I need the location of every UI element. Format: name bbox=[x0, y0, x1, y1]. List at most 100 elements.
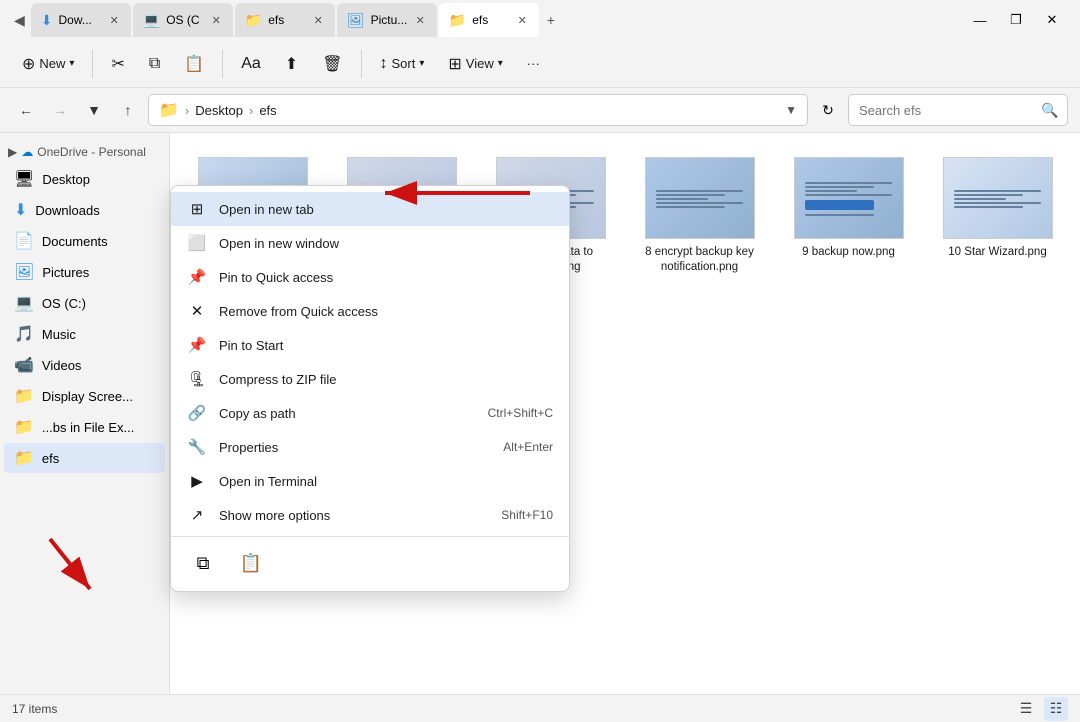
sidebar-item-pictures[interactable]: 🖼 Pictures bbox=[4, 257, 165, 287]
back-button[interactable]: ← bbox=[12, 96, 40, 124]
cm-bottom-paste-icon[interactable]: 📋 bbox=[235, 547, 267, 579]
sidebar-item-documents[interactable]: 📄 Documents bbox=[4, 226, 165, 256]
tab-icon: ⬇ bbox=[41, 12, 53, 29]
cm-item-open-new-window[interactable]: ⬜ Open in new window bbox=[171, 226, 569, 260]
share-button[interactable]: ⬆ bbox=[275, 48, 308, 80]
tab-close-icon[interactable]: ✕ bbox=[312, 12, 325, 29]
add-tab-button[interactable]: + bbox=[541, 8, 561, 32]
more-button[interactable]: ··· bbox=[517, 50, 550, 77]
cm-item-copy-path[interactable]: 🔗 Copy as path Ctrl+Shift+C bbox=[171, 396, 569, 430]
cm-item-open-terminal[interactable]: ▶ Open in Terminal bbox=[171, 464, 569, 498]
cm-bottom-copy-icon[interactable]: ⧉ bbox=[187, 547, 219, 579]
share-icon: ⬆ bbox=[285, 54, 298, 74]
cut-button[interactable]: ✂ bbox=[101, 48, 134, 80]
close-button[interactable]: ✕ bbox=[1036, 9, 1068, 31]
thumb-image bbox=[646, 158, 754, 238]
file-item[interactable]: 10 Star Wizard.png bbox=[931, 149, 1064, 283]
recent-button[interactable]: ▼ bbox=[80, 96, 108, 124]
sidebar-item-downloads[interactable]: ⬇ Downloads bbox=[4, 195, 165, 225]
thumb-image bbox=[795, 158, 903, 238]
view-button[interactable]: ⊞ View ▾ bbox=[438, 48, 512, 80]
cm-item-show-more[interactable]: ↗ Show more options Shift+F10 bbox=[171, 498, 569, 532]
sidebar-label: Desktop bbox=[42, 172, 90, 187]
tab-icon: 🖼 bbox=[347, 12, 365, 29]
item-count: 17 items bbox=[12, 702, 57, 716]
sidebar-item-music[interactable]: 🎵 Music bbox=[4, 319, 165, 349]
refresh-button[interactable]: ↻ bbox=[814, 96, 842, 124]
tab-close-icon[interactable]: ✕ bbox=[108, 12, 121, 29]
cm-item-pin-start[interactable]: 📌 Pin to Start bbox=[171, 328, 569, 362]
tab-tab-downloads[interactable]: ⬇ Dow... ✕ bbox=[31, 3, 131, 37]
cm-item-properties[interactable]: 🔧 Properties Alt+Enter bbox=[171, 430, 569, 464]
toolbar-separator-3 bbox=[361, 50, 362, 78]
addr-desktop: Desktop bbox=[195, 103, 243, 118]
cm-label: Pin to Start bbox=[219, 338, 553, 353]
tab-label: efs bbox=[472, 13, 509, 27]
up-button[interactable]: ↑ bbox=[114, 96, 142, 124]
sidebar-item-osc[interactable]: 💻 OS (C:) bbox=[4, 288, 165, 318]
sidebar-label: Downloads bbox=[35, 203, 99, 218]
delete-button[interactable]: 🗑 bbox=[312, 48, 352, 80]
onedrive-header[interactable]: ▶ ☁ OneDrive - Personal bbox=[0, 141, 169, 163]
sidebar-label: Music bbox=[42, 327, 76, 342]
cm-label: Copy as path bbox=[219, 406, 476, 421]
file-item[interactable]: 8 encrypt backup key notification.png bbox=[633, 149, 766, 283]
tab-tab-efs2[interactable]: 📁 efs ✕ bbox=[235, 3, 335, 37]
search-input[interactable] bbox=[859, 103, 1035, 118]
cm-label: Open in Terminal bbox=[219, 474, 553, 489]
sidebar-label: efs bbox=[42, 451, 59, 466]
addr-efs: efs bbox=[259, 103, 276, 118]
cm-label: Pin to Quick access bbox=[219, 270, 553, 285]
forward-button[interactable]: → bbox=[46, 96, 74, 124]
sidebar-item-videos[interactable]: 📹 Videos bbox=[4, 350, 165, 380]
tab-close-icon[interactable]: ✕ bbox=[516, 12, 529, 29]
nav-prev-tab[interactable]: ◀ bbox=[8, 8, 31, 33]
maximize-button[interactable]: ❐ bbox=[1000, 9, 1032, 31]
sort-icon: ↕ bbox=[380, 55, 388, 73]
sidebar-item-fileex[interactable]: 📁 ...bs in File Ex... bbox=[4, 412, 165, 442]
sidebar-icon: 💻 bbox=[14, 293, 34, 313]
address-bar-row: ← → ▼ ↑ 📁 › Desktop › efs ▼ ↻ 🔍 bbox=[0, 88, 1080, 133]
search-box[interactable]: 🔍 bbox=[848, 94, 1068, 126]
thumb-image bbox=[944, 158, 1052, 238]
paste-button[interactable]: 📋 bbox=[174, 48, 214, 80]
toolbar-separator-2 bbox=[222, 50, 223, 78]
sidebar-item-efs[interactable]: 📁 efs bbox=[4, 443, 165, 473]
sidebar-item-desktop[interactable]: 🖥 Desktop bbox=[4, 164, 165, 194]
grid-view-button[interactable]: ☷ bbox=[1044, 697, 1068, 721]
address-box[interactable]: 📁 › Desktop › efs ▼ bbox=[148, 94, 808, 126]
cm-icon: 🗜 bbox=[187, 369, 207, 389]
cm-shortcut: Shift+F10 bbox=[501, 508, 553, 522]
toolbar-separator-1 bbox=[92, 50, 93, 78]
title-bar: ◀ ⬇ Dow... ✕ 💻 OS (C ✕ 📁 efs ✕ 🖼 Pictu..… bbox=[0, 0, 1080, 40]
cm-item-remove-quick-access[interactable]: ✕ Remove from Quick access bbox=[171, 294, 569, 328]
cm-item-pin-quick-access[interactable]: 📌 Pin to Quick access bbox=[171, 260, 569, 294]
rename-button[interactable]: Aa bbox=[231, 49, 271, 79]
copy-button[interactable]: ⧉ bbox=[139, 49, 170, 79]
sidebar-icon: 📁 bbox=[14, 448, 34, 468]
file-item[interactable]: 9 backup now.png bbox=[782, 149, 915, 283]
minimize-button[interactable]: — bbox=[964, 9, 996, 31]
tab-close-icon[interactable]: ✕ bbox=[414, 12, 427, 29]
tab-tab-osc[interactable]: 💻 OS (C ✕ bbox=[133, 3, 233, 37]
file-thumbnail bbox=[645, 157, 755, 239]
new-icon: ⊕ bbox=[22, 54, 35, 74]
cm-item-compress-zip[interactable]: 🗜 Compress to ZIP file bbox=[171, 362, 569, 396]
tab-tab-pictures[interactable]: 🖼 Pictu... ✕ bbox=[337, 3, 437, 37]
tab-tab-efs[interactable]: 📁 efs ✕ bbox=[439, 3, 539, 37]
cm-icon: ✕ bbox=[187, 301, 207, 321]
list-view-button[interactable]: ☰ bbox=[1014, 697, 1038, 721]
sort-button[interactable]: ↕ Sort ▾ bbox=[370, 49, 435, 79]
new-button[interactable]: ⊕ New ▾ bbox=[12, 48, 84, 80]
cm-icon: ▶ bbox=[187, 471, 207, 491]
tab-close-icon[interactable]: ✕ bbox=[210, 12, 223, 29]
file-thumbnail bbox=[943, 157, 1053, 239]
addr-dropdown-icon[interactable]: ▼ bbox=[785, 103, 797, 117]
cm-icon: ⊞ bbox=[187, 199, 207, 219]
cut-icon: ✂ bbox=[111, 54, 124, 74]
sidebar-item-displayscreen[interactable]: 📁 Display Scree... bbox=[4, 381, 165, 411]
rename-icon: Aa bbox=[241, 55, 261, 73]
cm-item-open-new-tab[interactable]: ⊞ Open in new tab bbox=[171, 192, 569, 226]
view-dropdown-icon: ▾ bbox=[498, 58, 503, 69]
cm-icon: 🔗 bbox=[187, 403, 207, 423]
